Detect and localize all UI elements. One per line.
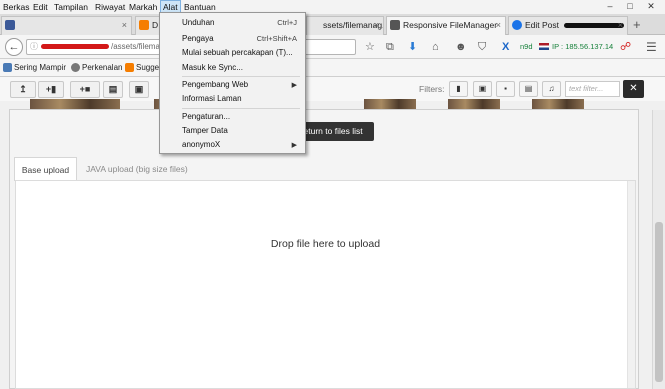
alat-dropdown-menu: Unduhan Ctrl+J Pengaya Ctrl+Shift+A Mula… bbox=[159, 12, 306, 154]
menu-item-pengembang-web[interactable]: Pengembang Web bbox=[182, 80, 302, 89]
menu-tampilan[interactable]: Tampilan bbox=[54, 2, 88, 12]
tab-java-upload[interactable]: JAVA upload (big size files) bbox=[86, 157, 188, 181]
upload-button[interactable]: ↥ bbox=[10, 81, 36, 98]
netherlands-flag-icon bbox=[539, 43, 549, 50]
lastpass-icon[interactable]: ☍ bbox=[620, 40, 631, 54]
filter-images-icon[interactable]: ▣ bbox=[473, 81, 492, 97]
download-icon[interactable]: ⬇ bbox=[408, 40, 417, 54]
menu-edit[interactable]: Edit bbox=[33, 2, 48, 12]
bookmark-star-icon[interactable]: ☆ bbox=[365, 40, 375, 54]
back-arrow-icon[interactable]: ← bbox=[5, 38, 23, 56]
filemanager-icon bbox=[390, 20, 400, 30]
tab-blogger[interactable]: D bbox=[135, 16, 160, 35]
menu-item-tamper-data[interactable]: Tamper Data bbox=[182, 126, 302, 135]
loading-icon bbox=[512, 20, 522, 30]
tab-strip: × D ssets/filemanag... × Responsive File… bbox=[0, 14, 665, 35]
tab-assets[interactable]: ssets/filemanag... × bbox=[306, 16, 384, 35]
menu-riwayat[interactable]: Riwayat bbox=[95, 2, 125, 12]
anonymox-icon[interactable]: X bbox=[502, 40, 509, 54]
bookmarks-bar: Sering Mampir Perkenalan Sugge bbox=[0, 59, 665, 77]
shortcut-label: Ctrl+J bbox=[277, 18, 297, 27]
bookmark-suggested[interactable]: Sugge bbox=[125, 63, 159, 72]
tab-base-upload[interactable]: Base upload bbox=[14, 157, 77, 181]
reading-list-icon[interactable]: ⧉ bbox=[386, 40, 394, 54]
globe-icon bbox=[71, 63, 80, 72]
filter-archives-icon[interactable]: ▪ bbox=[496, 81, 515, 97]
close-tab-icon[interactable]: × bbox=[496, 17, 501, 34]
drop-zone[interactable]: Drop file here to upload bbox=[15, 180, 636, 389]
new-file-button[interactable]: +▮ bbox=[38, 81, 64, 98]
text-filter-input[interactable]: text filter... bbox=[565, 81, 620, 97]
tab-responsive-filemanager[interactable]: Responsive FileManager × bbox=[386, 16, 506, 35]
menu-separator bbox=[182, 108, 300, 109]
submenu-arrow-icon: ▶ bbox=[291, 82, 297, 89]
hamburger-menu-icon[interactable]: ☰ bbox=[646, 40, 657, 54]
submenu-arrow-icon: ▶ bbox=[291, 142, 297, 149]
menu-item-informasi-laman[interactable]: Informasi Laman bbox=[182, 94, 302, 103]
filter-video-icon[interactable]: ▤ bbox=[519, 81, 538, 97]
minimize-button[interactable]: – bbox=[600, 0, 620, 12]
clear-filter-button[interactable]: ✕ bbox=[623, 80, 644, 98]
filter-music-icon[interactable]: ♫ bbox=[542, 81, 561, 97]
close-tab-icon[interactable]: × bbox=[618, 17, 623, 34]
bookmark-sering-mampir[interactable]: Sering Mampir bbox=[3, 63, 66, 72]
filters-label: Filters: bbox=[419, 84, 445, 94]
blogger-icon bbox=[139, 20, 149, 30]
menu-item-anonymox[interactable]: anonymoX bbox=[182, 140, 302, 149]
proxy-label: n9d bbox=[520, 42, 533, 51]
bookmark-folder-icon bbox=[3, 63, 12, 72]
new-tab-button[interactable]: + bbox=[633, 17, 641, 32]
clear-clipboard-button[interactable]: ▣ bbox=[129, 81, 149, 98]
chat-icon[interactable]: ☻ bbox=[455, 40, 467, 54]
paste-button[interactable]: ▤ bbox=[103, 81, 123, 98]
facebook-icon bbox=[5, 20, 15, 30]
page-scrollbar[interactable] bbox=[652, 110, 665, 389]
close-window-button[interactable]: ✕ bbox=[641, 0, 661, 12]
tab-edit-post[interactable]: Edit Post × bbox=[508, 16, 628, 35]
new-folder-button[interactable]: +■ bbox=[70, 81, 100, 98]
close-tab-icon[interactable]: × bbox=[374, 17, 379, 34]
close-tab-icon[interactable]: × bbox=[122, 17, 127, 34]
shortcut-label: Ctrl+Shift+A bbox=[256, 34, 297, 43]
proxy-ip: IP : 185.56.137.14 bbox=[552, 42, 614, 51]
tab-facebook[interactable]: × bbox=[1, 16, 132, 35]
menu-separator bbox=[182, 76, 300, 77]
redaction bbox=[41, 44, 109, 50]
dropzone-scrollbar[interactable] bbox=[627, 181, 635, 388]
pocket-icon[interactable]: ⛉ bbox=[478, 40, 486, 54]
drop-zone-text: Drop file here to upload bbox=[270, 238, 381, 250]
bookmark-perkenalan[interactable]: Perkenalan bbox=[71, 63, 122, 72]
home-icon[interactable]: ⌂ bbox=[432, 40, 439, 54]
scrollbar-thumb[interactable] bbox=[655, 222, 663, 382]
menu-item-mulai-percakapan[interactable]: Mulai sebuah percakapan (T)... bbox=[182, 48, 302, 57]
suggested-icon bbox=[125, 63, 134, 72]
navigation-bar: ← ⓘ /assets/filema ☆ ⧉ ⬇ ⌂ ☻ ⛉ X n9d IP … bbox=[0, 35, 665, 59]
menu-berkas[interactable]: Berkas bbox=[3, 2, 29, 12]
menu-item-pengaturan[interactable]: Pengaturan... bbox=[182, 112, 302, 121]
filter-files-icon[interactable]: ▮ bbox=[449, 81, 468, 97]
menu-bantuan[interactable]: Bantuan bbox=[184, 2, 216, 12]
redaction bbox=[564, 23, 625, 29]
menu-item-masuk-sync[interactable]: Masuk ke Sync... bbox=[182, 63, 302, 72]
maximize-button[interactable]: □ bbox=[620, 0, 640, 12]
menu-markah[interactable]: Markah bbox=[129, 2, 157, 12]
url-path: /assets/filema bbox=[111, 42, 160, 51]
info-icon: ⓘ bbox=[30, 42, 38, 51]
menu-bar: Berkas Edit Tampilan Riwayat Markah Alat… bbox=[0, 0, 665, 14]
filemanager-toolbar: ↥ +▮ +■ ▤ ▣ Filters: ▮ ▣ ▪ ▤ ♫ text filt… bbox=[0, 77, 665, 101]
